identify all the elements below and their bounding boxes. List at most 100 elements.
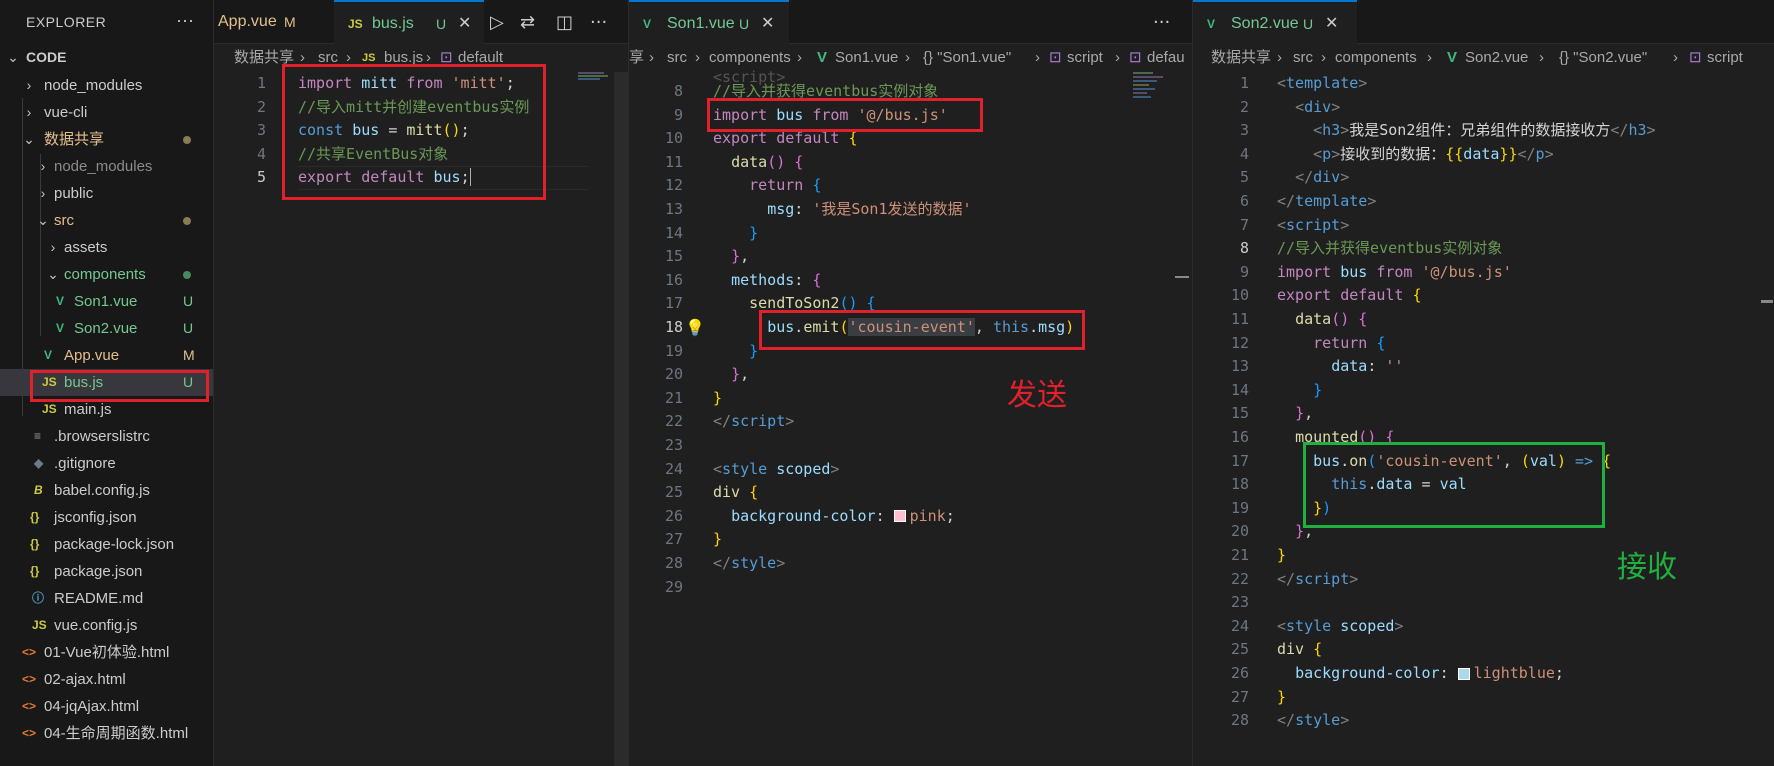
tree-item-label: public (54, 185, 94, 202)
scrollbar-thumb[interactable] (1175, 276, 1189, 278)
line-number: 24 (664, 459, 683, 478)
code-line: div { (713, 483, 759, 502)
tree-item-browserslistrc[interactable]: ≡ .browserslistrc (0, 423, 213, 450)
tree-item-vue-cli[interactable]: › vue-cli (0, 99, 213, 126)
code-line: } (1277, 687, 1287, 706)
close-icon[interactable]: ✕ (458, 2, 471, 46)
more-actions-icon[interactable]: ··· (1153, 12, 1170, 33)
chevron-right-icon: › (40, 185, 46, 201)
tree-item-package-json[interactable]: {} package.json (0, 558, 213, 585)
breadcrumb-item[interactable]: components (1335, 44, 1417, 72)
minimap[interactable] (578, 72, 614, 82)
code-line: } (713, 530, 723, 549)
minimap[interactable] (1133, 72, 1173, 132)
tree-item-label: src (54, 212, 74, 229)
code-line: <p>接收到的数据：{{data}}</p> (1313, 144, 1554, 163)
js-file-icon: JS (42, 402, 57, 416)
tree-item-shared-folder[interactable]: ⌄ 数据共享 (0, 126, 213, 153)
code-line: </script> (1277, 569, 1359, 588)
line-number: 5 (256, 168, 266, 187)
line-number: 9 (673, 105, 683, 124)
breadcrumb-item[interactable]: script (1067, 44, 1103, 72)
chevron-down-icon: ⌄ (23, 131, 35, 147)
more-actions-icon[interactable]: ··· (590, 12, 607, 33)
tab-status: U (739, 16, 750, 32)
tree-item-components[interactable]: ⌄ components (0, 261, 213, 288)
line-number: 20 (1230, 522, 1249, 541)
tree-item-node-modules-nested[interactable]: › node_modules (0, 153, 213, 180)
info-file-icon: ⓘ (32, 591, 45, 605)
close-icon[interactable]: ✕ (1325, 2, 1338, 46)
babel-file-icon: B (34, 483, 43, 497)
editor-group-bus-js: App.vue M JS bus.js U ✕ ▷ ⇄ ◫ ··· 数据共享 ›… (214, 0, 628, 766)
breadcrumb-item[interactable]: defau (1147, 44, 1185, 72)
split-editor-icon[interactable]: ◫ (556, 12, 573, 33)
git-file-icon: ◆ (34, 456, 44, 470)
tree-item-vue-config[interactable]: JS vue.config.js (0, 612, 213, 639)
tab-status: U (436, 16, 447, 32)
code-line: background-color: lightblue; (1295, 664, 1564, 682)
lightbulb-icon[interactable]: 💡 (685, 316, 705, 339)
breadcrumb-item[interactable]: script (1707, 44, 1743, 72)
tree-item-node-modules[interactable]: › node_modules (0, 72, 213, 99)
tab-son2-vue[interactable]: V Son2.vue U ✕ (1193, 0, 1357, 44)
tree-item-html-01[interactable]: <> 01-Vue初体验.html (0, 639, 213, 666)
line-number: 14 (664, 223, 683, 242)
breadcrumb-item[interactable]: {} "Son2.vue" (1559, 44, 1647, 72)
tree-item-html-02[interactable]: <> 02-ajax.html (0, 666, 213, 693)
tree-item-label: node_modules (44, 77, 143, 94)
vue-file-icon: V (817, 49, 828, 66)
tree-item-gitignore[interactable]: ◆ .gitignore (0, 450, 213, 477)
more-actions-icon[interactable]: ··· (176, 10, 194, 31)
breadcrumb-item[interactable]: 享 (629, 44, 644, 72)
chevron-down-icon: ⌄ (47, 266, 59, 282)
tree-item-label: vue.config.js (54, 617, 138, 634)
scrollbar-thumb[interactable] (1761, 300, 1773, 303)
tree-item-label: jsconfig.json (54, 509, 137, 526)
chevron-down-icon: ⌄ (7, 49, 19, 65)
breadcrumb-item[interactable]: {} "Son1.vue" (923, 44, 1011, 72)
compare-changes-icon[interactable]: ⇄ (520, 12, 535, 33)
tree-item-html-04b[interactable]: <> 04-生命周期函数.html (0, 720, 213, 747)
js-file-icon: JS (348, 17, 363, 31)
tab-bus-js[interactable]: JS bus.js U ✕ (334, 0, 484, 44)
breadcrumb-item[interactable]: 数据共享 (1211, 44, 1271, 72)
tab-app-vue[interactable]: App.vue M (214, 0, 330, 44)
tree-item-app-vue[interactable]: V App.vue M (0, 342, 213, 369)
tab-son1-vue[interactable]: V Son1.vue U ✕ (629, 0, 789, 44)
scrollbar[interactable] (614, 72, 628, 766)
tree-item-readme[interactable]: ⓘ README.md (0, 585, 213, 612)
tree-item-public[interactable]: › public (0, 180, 213, 207)
tab-status: U (1303, 16, 1314, 32)
tree-item-jsconfig[interactable]: {} jsconfig.json (0, 504, 213, 531)
tree-item-son2[interactable]: V Son2.vue U (0, 315, 213, 342)
line-number: 12 (664, 176, 683, 195)
tree-item-html-04a[interactable]: <> 04-jqAjax.html (0, 693, 213, 720)
breadcrumb-item[interactable]: src (1293, 44, 1313, 72)
breadcrumb-item[interactable]: Son1.vue (835, 44, 898, 72)
breadcrumb-item[interactable]: src (667, 44, 687, 72)
vue-file-icon: V (643, 17, 652, 31)
line-number: 1 (1239, 74, 1249, 92)
tree-root-code[interactable]: ⌄ CODE (0, 44, 213, 71)
tree-item-package-lock[interactable]: {} package-lock.json (0, 531, 213, 558)
line-number: 4 (256, 144, 266, 163)
line-number: 11 (1230, 310, 1249, 328)
run-icon[interactable]: ▷ (490, 12, 504, 33)
tree-item-assets[interactable]: › assets (0, 234, 213, 261)
tree-item-main-js[interactable]: JS main.js (0, 396, 213, 423)
tab-label: App.vue (218, 13, 277, 30)
tab-bar: V Son2.vue U ✕ (1193, 0, 1774, 44)
close-icon[interactable]: ✕ (761, 2, 774, 46)
tree-item-babel-config[interactable]: B babel.config.js (0, 477, 213, 504)
symbol-icon: ⊡ (1049, 49, 1062, 66)
code-line: </template> (1277, 192, 1377, 210)
html-file-icon: <> (22, 699, 37, 713)
tree-item-son1[interactable]: V Son1.vue U (0, 288, 213, 315)
highlight-box-emit (759, 310, 1085, 350)
tab-status: M (284, 14, 296, 30)
annotation-send: 发送 (1007, 379, 1067, 412)
breadcrumb-item[interactable]: Son2.vue (1465, 44, 1528, 72)
tree-item-label: 04-生命周期函数.html (44, 725, 189, 742)
tree-item-src[interactable]: ⌄ src (0, 207, 213, 234)
